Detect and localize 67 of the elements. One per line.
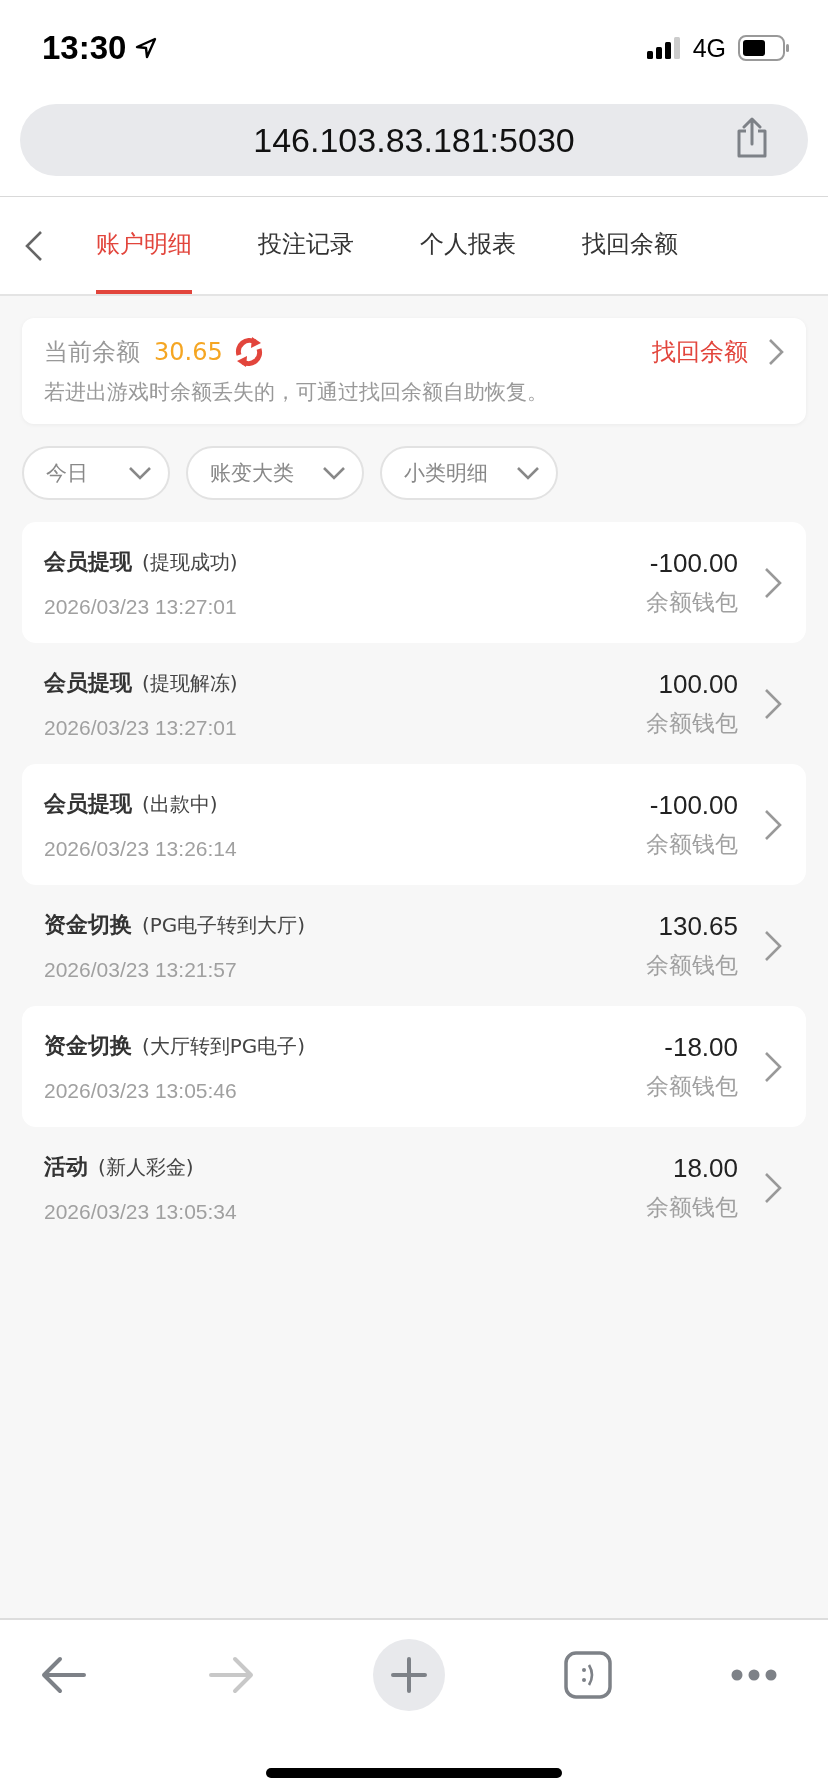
record-title: 资金切换: [44, 1031, 132, 1060]
record-row[interactable]: 活动 (新人彩金) 2026/03/23 13:05:34 18.00 余额钱包: [22, 1127, 806, 1248]
caret-icon: [128, 466, 152, 480]
wallet-label: 余额钱包: [646, 829, 738, 859]
chevron-right-icon: [764, 687, 782, 720]
recover-balance-link[interactable]: 找回余额: [652, 336, 748, 368]
record-note: (大厅转到PG电子): [142, 1032, 306, 1060]
record-note: (提现解冻): [142, 669, 238, 697]
chevron-right-icon: [764, 1171, 782, 1204]
tab[interactable]: 个人报表: [420, 197, 516, 294]
network-label: 4G: [692, 33, 726, 63]
filter-dropdown[interactable]: 小类明细: [380, 446, 558, 500]
hint-text: 若进出游戏时余额丢失的，可通过找回余额自助恢复。: [44, 379, 549, 406]
status-time: 13:30: [42, 29, 127, 67]
record-row[interactable]: 会员提现 (出款中) 2026/03/23 13:26:14 -100.00 余额钱包: [22, 764, 806, 885]
balance-label: 当前余额: [44, 337, 140, 368]
more-icon[interactable]: [730, 1668, 778, 1682]
wallet-label: 余额钱包: [646, 587, 738, 617]
back-icon[interactable]: [24, 229, 44, 262]
record-note: (PG电子转到大厅): [142, 911, 306, 939]
record-time: 2026/03/23 13:05:34: [44, 1199, 238, 1224]
record-amount: 130.65: [658, 910, 738, 942]
plus-icon[interactable]: [373, 1639, 445, 1711]
tab[interactable]: 找回余额: [582, 197, 678, 294]
record-row[interactable]: 资金切换 (大厅转到PG电子) 2026/03/23 13:05:46 -18.00 余额钱包: [22, 1006, 806, 1127]
caret-icon: [322, 466, 346, 480]
chevron-right-icon[interactable]: [768, 338, 784, 366]
record-title: 活动: [44, 1152, 88, 1181]
caret-icon: [516, 466, 540, 480]
tab[interactable]: 投注记录: [258, 197, 354, 294]
chevron-right-icon: [764, 808, 782, 841]
record-title: 资金切换: [44, 910, 132, 939]
record-amount: 18.00: [672, 1152, 738, 1184]
record-row[interactable]: 资金切换 (PG电子转到大厅) 2026/03/23 13:21:57 130.65 余额钱包: [22, 885, 806, 1006]
record-note: (提现成功): [142, 548, 238, 576]
wallet-label: 余额钱包: [646, 950, 738, 980]
wallet-label: 余额钱包: [646, 1071, 738, 1101]
record-row[interactable]: 会员提现 (提现解冻) 2026/03/23 13:27:01 100.00 余额钱包: [22, 643, 806, 764]
record-title: 会员提现: [44, 789, 132, 818]
chevron-right-icon: [764, 1050, 782, 1083]
back-arrow-icon[interactable]: [40, 1655, 88, 1695]
record-amount: -18.00: [664, 1031, 738, 1063]
wallet-label: 余额钱包: [646, 1192, 738, 1222]
signal-icon: [646, 37, 681, 59]
record-amount: -100.00: [649, 547, 738, 579]
record-amount: 100.00: [658, 668, 738, 700]
record-time: 2026/03/23 13:21:57: [44, 957, 238, 982]
wallet-label: 余额钱包: [646, 708, 738, 738]
chevron-right-icon: [764, 566, 782, 599]
chevron-right-icon: [764, 929, 782, 962]
record-time: 2026/03/23 13:27:01: [44, 594, 238, 619]
record-title: 会员提现: [44, 668, 132, 697]
balance-amount: 30.65: [154, 338, 223, 366]
battery-icon: [738, 35, 790, 61]
record-time: 2026/03/23 13:27:01: [44, 715, 238, 740]
record-title: 会员提现: [44, 547, 132, 576]
record-note: (出款中): [142, 790, 218, 818]
address-bar[interactable]: 146.103.83.181:5030: [20, 104, 808, 176]
record-note: (新人彩金): [98, 1153, 194, 1181]
record-time: 2026/03/23 13:05:46: [44, 1078, 238, 1103]
filter-dropdown[interactable]: 账变大类: [186, 446, 364, 500]
record-amount: -100.00: [649, 789, 738, 821]
record-time: 2026/03/23 13:26:14: [44, 836, 238, 861]
filter-dropdown[interactable]: 今日: [22, 446, 170, 500]
location-arrow-icon: [134, 36, 159, 60]
record-row[interactable]: 会员提现 (提现成功) 2026/03/23 13:27:01 -100.00 余额钱包: [22, 522, 806, 643]
tabs-icon[interactable]: [563, 1651, 612, 1699]
